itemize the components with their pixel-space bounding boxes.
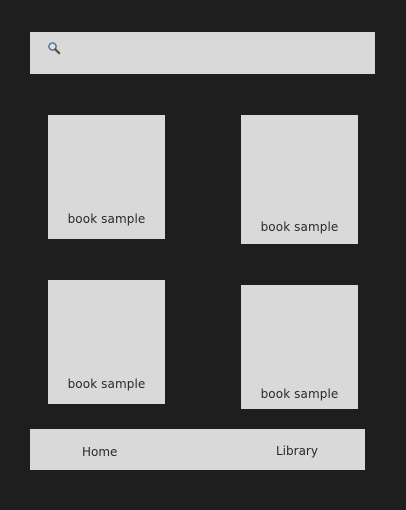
book-card[interactable]: book sample (48, 115, 165, 239)
nav-library-button[interactable]: Library (276, 444, 318, 458)
book-title: book sample (260, 387, 339, 401)
book-title: book sample (67, 377, 146, 391)
book-title: book sample (67, 212, 146, 226)
book-title: book sample (260, 220, 339, 234)
book-card[interactable]: book sample (48, 280, 165, 404)
search-bar[interactable] (30, 32, 375, 74)
search-icon (47, 40, 61, 55)
book-card[interactable]: book sample (241, 115, 358, 244)
book-card[interactable]: book sample (241, 285, 358, 409)
bottom-nav: Home Library (30, 429, 365, 470)
nav-home-button[interactable]: Home (82, 445, 117, 459)
